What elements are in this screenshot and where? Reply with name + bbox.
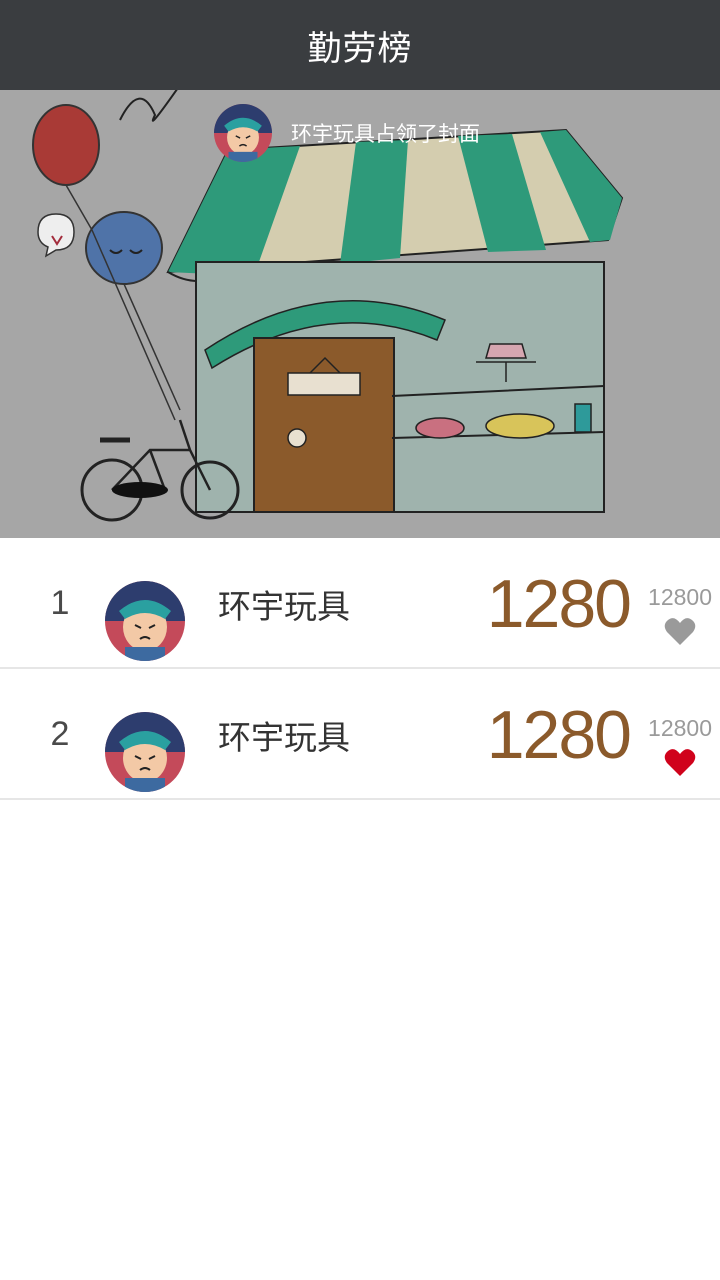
rank-number: 2 bbox=[50, 715, 70, 753]
avatar[interactable] bbox=[214, 104, 272, 162]
user-name: 环宇玩具 bbox=[218, 586, 350, 626]
boy-face-icon bbox=[105, 581, 185, 661]
rank-number: 1 bbox=[50, 584, 70, 622]
list-item[interactable]: 2 环宇玩具 1280 12800 bbox=[0, 669, 720, 800]
heart-icon[interactable] bbox=[664, 747, 696, 777]
like-count: 12800 bbox=[648, 715, 712, 741]
heart-icon[interactable] bbox=[664, 616, 696, 646]
like-count: 12800 bbox=[648, 584, 712, 610]
list-item[interactable]: 1 环宇玩具 1280 12800 bbox=[0, 538, 720, 669]
user-name: 环宇玩具 bbox=[218, 717, 350, 757]
cover-banner-text: 环宇玩具占领了封面 bbox=[291, 122, 480, 146]
avatar[interactable] bbox=[105, 712, 185, 792]
cover-owner-banner: 环宇玩具占领了封面 bbox=[214, 104, 480, 162]
score-value: 1280 bbox=[486, 565, 632, 642]
score-value: 1280 bbox=[486, 696, 632, 773]
boy-face-icon bbox=[105, 712, 185, 792]
avatar[interactable] bbox=[105, 581, 185, 661]
cover-image[interactable]: 环宇玩具占领了封面 bbox=[0, 90, 720, 538]
top-bar: 勤劳榜 bbox=[0, 0, 720, 90]
page-title: 勤劳榜 bbox=[307, 28, 413, 69]
boy-face-icon bbox=[214, 104, 272, 162]
